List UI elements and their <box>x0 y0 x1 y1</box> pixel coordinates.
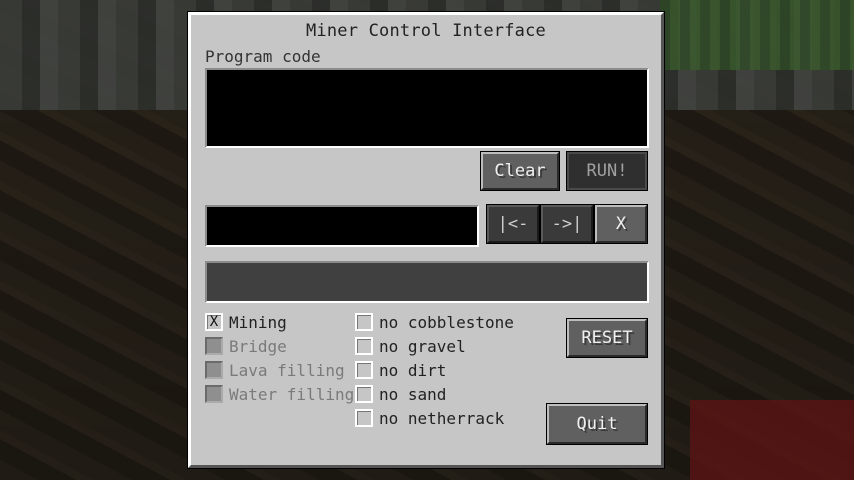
clear-button[interactable]: Clear <box>481 152 559 190</box>
prev-command-button[interactable]: |<- <box>487 205 539 243</box>
filter-no-gravel-checkbox[interactable]: no gravel <box>355 335 466 357</box>
checkbox-icon <box>355 361 373 379</box>
filter-label: no netherrack <box>379 408 505 428</box>
checkbox-disabled-icon <box>205 385 223 403</box>
status-bar <box>205 261 649 303</box>
reset-button[interactable]: RESET <box>567 319 647 357</box>
checkbox-disabled-icon <box>205 337 223 355</box>
checkbox-icon <box>355 409 373 427</box>
mode-label: Lava filling <box>229 360 345 380</box>
checkbox-icon <box>355 337 373 355</box>
mode-label: Mining <box>229 312 287 332</box>
checkbox-disabled-icon <box>205 361 223 379</box>
dialog-title: Miner Control Interface <box>305 21 546 41</box>
background-grass <box>660 0 854 70</box>
filter-label: no gravel <box>379 336 466 356</box>
run-button[interactable]: RUN! <box>567 152 647 190</box>
miner-control-dialog: Miner Control Interface Program code Cle… <box>188 12 664 468</box>
filter-no-sand-checkbox[interactable]: no sand <box>355 383 446 405</box>
filter-no-netherrack-checkbox[interactable]: no netherrack <box>355 407 504 429</box>
quit-button[interactable]: Quit <box>547 404 647 444</box>
checkbox-checked-icon: X <box>205 313 223 331</box>
mode-mining-checkbox[interactable]: X Mining <box>205 311 287 333</box>
mode-lava-filling-checkbox[interactable]: Lava filling <box>205 359 345 381</box>
program-code-area[interactable] <box>205 68 649 148</box>
mode-water-filling-checkbox[interactable]: Water filling <box>205 383 354 405</box>
next-command-button[interactable]: ->| <box>541 205 593 243</box>
filter-label: no sand <box>379 384 447 404</box>
mode-label: Water filling <box>229 384 355 404</box>
filter-label: no cobblestone <box>379 312 514 332</box>
filter-label: no dirt <box>379 360 447 380</box>
command-input[interactable] <box>205 205 479 247</box>
mode-label: Bridge <box>229 336 287 356</box>
checkbox-icon <box>355 313 373 331</box>
checkbox-icon <box>355 385 373 403</box>
background-red-block <box>690 400 854 480</box>
program-code-label: Program code <box>205 47 321 66</box>
delete-command-button[interactable]: X <box>595 205 647 243</box>
filter-no-dirt-checkbox[interactable]: no dirt <box>355 359 446 381</box>
filter-no-cobblestone-checkbox[interactable]: no cobblestone <box>355 311 514 333</box>
mode-bridge-checkbox[interactable]: Bridge <box>205 335 287 357</box>
